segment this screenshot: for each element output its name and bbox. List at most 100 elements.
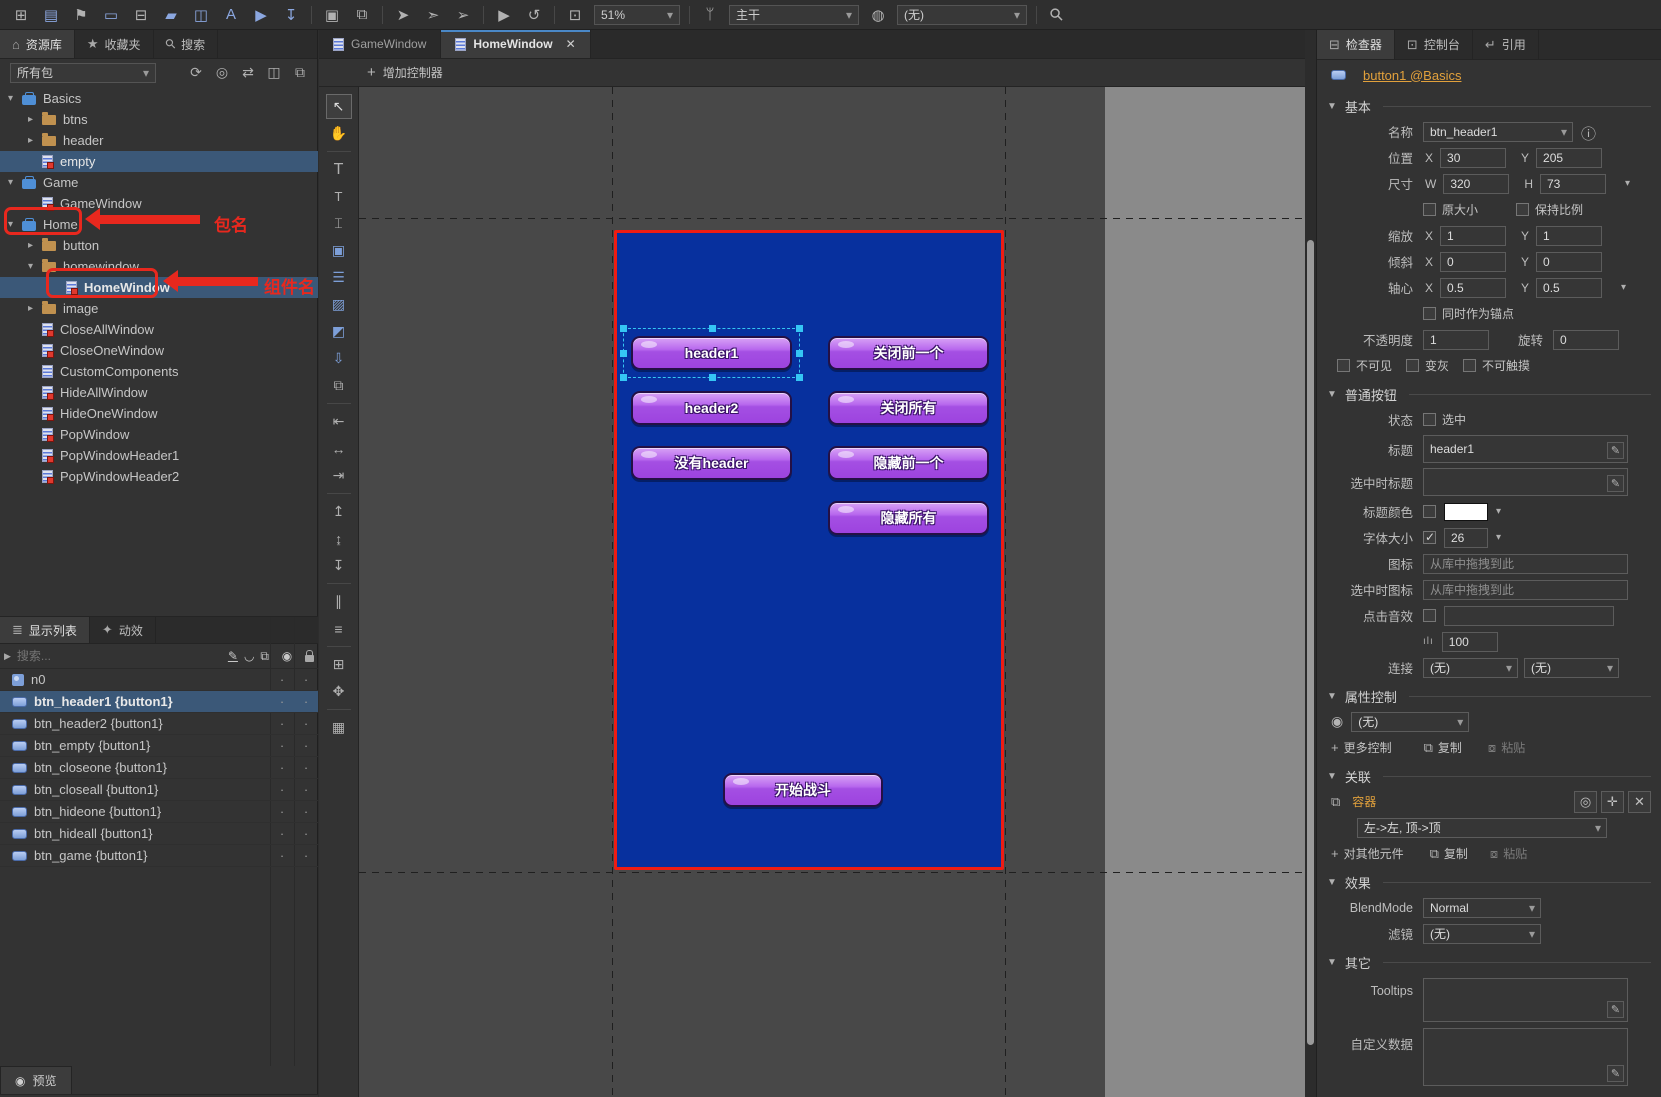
sync-icon[interactable]: ⇄ bbox=[237, 63, 259, 83]
new-window-icon[interactable]: ⊟ bbox=[126, 3, 156, 27]
paste-relations-button[interactable]: ⧇粘贴 bbox=[1490, 845, 1527, 862]
bookmark-icon[interactable]: ⚑ bbox=[66, 3, 96, 27]
edit-popup-icon[interactable]: ✎ bbox=[1607, 475, 1624, 492]
search-icon[interactable]: ⚲ bbox=[1038, 0, 1076, 34]
add-controller-button[interactable]: 增加控制器 bbox=[383, 64, 443, 81]
tree-item-basics[interactable]: ▾Basics bbox=[0, 88, 318, 109]
scale-y-input[interactable]: 1 bbox=[1536, 226, 1602, 246]
font-size-input[interactable]: 26 bbox=[1444, 528, 1488, 548]
select-tool[interactable]: ↖ bbox=[326, 94, 352, 119]
new-package-icon[interactable]: ⊞ bbox=[6, 3, 36, 27]
undo-icon[interactable]: ↺ bbox=[519, 3, 549, 27]
distribute-v-icon[interactable]: ≡ bbox=[326, 616, 352, 641]
invisible-checkbox[interactable]: 不可见 bbox=[1337, 357, 1392, 374]
blendmode-select[interactable]: Normal bbox=[1423, 898, 1541, 918]
stage-button-hideall[interactable]: 隐藏所有 bbox=[828, 501, 989, 535]
grayed-checkbox[interactable]: 变灰 bbox=[1406, 357, 1449, 374]
tree-item-header[interactable]: ▸header bbox=[0, 130, 318, 151]
relation-delete-icon[interactable]: ✕ bbox=[1628, 791, 1651, 813]
grid-icon[interactable]: ▦ bbox=[326, 715, 352, 740]
size-w-input[interactable]: 320 bbox=[1443, 174, 1509, 194]
publish-icon[interactable]: ➤ bbox=[388, 3, 418, 27]
display-list-search-input[interactable] bbox=[17, 649, 222, 663]
group-tool[interactable]: ⧉ bbox=[326, 373, 352, 398]
tab-gamewindow[interactable]: GameWindow bbox=[319, 30, 441, 58]
copy-relations-button[interactable]: ⧉复制 bbox=[1430, 845, 1468, 862]
resize-handle[interactable] bbox=[620, 374, 627, 381]
split-view-icon[interactable]: ◫ bbox=[263, 63, 285, 83]
list-item-n0[interactable]: n0·· bbox=[0, 669, 318, 691]
add-relation-button[interactable]: +对其他元件 bbox=[1331, 845, 1404, 862]
hand-tool[interactable]: ✋ bbox=[326, 121, 352, 146]
selected-icon-drop-field[interactable]: 从库中拖拽到此 bbox=[1423, 580, 1628, 600]
tab-display-list[interactable]: ≣ 显示列表 bbox=[0, 617, 90, 643]
font-size-checkbox[interactable] bbox=[1423, 531, 1436, 544]
copy-controls-button[interactable]: ⧉复制 bbox=[1424, 739, 1462, 756]
section-property-control[interactable]: ▼ 属性控制 bbox=[1317, 684, 1661, 708]
tree-item-game[interactable]: ▾Game bbox=[0, 172, 318, 193]
more-controls-button[interactable]: +更多控制 bbox=[1331, 739, 1392, 756]
tree-item-popwindow[interactable]: PopWindow bbox=[0, 424, 318, 445]
size-h-input[interactable]: 73 bbox=[1540, 174, 1606, 194]
new-progressbar-icon[interactable]: ▰ bbox=[156, 3, 186, 27]
component-tool[interactable]: ▣ bbox=[326, 238, 352, 263]
new-component-icon[interactable]: ▤ bbox=[36, 3, 66, 27]
volume-input[interactable]: 100 bbox=[1442, 632, 1498, 652]
clone-icon[interactable]: ⧉ bbox=[260, 649, 269, 664]
hide-eye-icon[interactable]: ◡ bbox=[244, 649, 254, 663]
test-play-icon[interactable]: ▶ bbox=[489, 3, 519, 27]
tab-console[interactable]: ⊡ 控制台 bbox=[1395, 30, 1473, 59]
list-tool[interactable]: ☰ bbox=[326, 265, 352, 290]
align-middle-icon[interactable]: ↨ bbox=[326, 526, 352, 551]
resize-handle[interactable] bbox=[796, 325, 803, 332]
edit-popup-icon[interactable]: ✎ bbox=[1607, 442, 1624, 459]
component-stage[interactable]: header1 header2 没有header 关闭前一个 关闭所有 隐藏前一… bbox=[614, 230, 1004, 870]
stage-button-noheader[interactable]: 没有header bbox=[631, 446, 792, 480]
new-text-icon[interactable]: A bbox=[216, 3, 246, 27]
stage-button-hideprev[interactable]: 隐藏前一个 bbox=[828, 446, 989, 480]
link-select-1[interactable]: (无) bbox=[1423, 658, 1518, 678]
scrollbar-thumb[interactable] bbox=[1307, 240, 1314, 1045]
scale-x-input[interactable]: 1 bbox=[1440, 226, 1506, 246]
resize-handle[interactable] bbox=[620, 325, 627, 332]
save-icon[interactable]: ▣ bbox=[317, 3, 347, 27]
graph-tool[interactable]: ◩ bbox=[326, 319, 352, 344]
stage-button-header1[interactable]: header1 bbox=[631, 336, 792, 370]
pos-x-input[interactable]: 30 bbox=[1440, 148, 1506, 168]
tree-item-closeonewindow[interactable]: CloseOneWindow bbox=[0, 340, 318, 361]
save-all-icon[interactable]: ⧉ bbox=[347, 3, 377, 27]
extension-link[interactable]: button1 @Basics bbox=[1363, 68, 1461, 83]
resize-handle[interactable] bbox=[709, 374, 716, 381]
tab-favorites[interactable]: ★ 收藏夹 bbox=[75, 30, 154, 58]
skew-y-input[interactable]: 0 bbox=[1536, 252, 1602, 272]
new-button-icon[interactable]: ▭ bbox=[96, 3, 126, 27]
zoom-select[interactable]: 51% bbox=[594, 5, 680, 25]
icon-drop-field[interactable]: 从库中拖拽到此 bbox=[1423, 554, 1628, 574]
list-item-btn-hideone[interactable]: btn_hideone {button1}·· bbox=[0, 801, 318, 823]
keep-ratio-checkbox[interactable]: 保持比例 bbox=[1516, 201, 1583, 218]
tab-library[interactable]: ⌂ 资源库 bbox=[0, 30, 75, 58]
list-item-btn-header2[interactable]: btn_header2 {button1}·· bbox=[0, 713, 318, 735]
relation-target-icon[interactable]: ◎ bbox=[1574, 791, 1597, 813]
resize-handle[interactable] bbox=[796, 350, 803, 357]
tooltips-textarea[interactable]: ✎ bbox=[1423, 978, 1628, 1022]
tree-item-btns[interactable]: ▸btns bbox=[0, 109, 318, 130]
resize-handle[interactable] bbox=[620, 350, 627, 357]
chevron-down-icon[interactable]: ▾ bbox=[1625, 178, 1637, 189]
tree-item-button[interactable]: ▸button bbox=[0, 235, 318, 256]
expander-icon[interactable]: ▶ bbox=[4, 651, 11, 662]
pivot-x-input[interactable]: 0.5 bbox=[1440, 278, 1506, 298]
list-item-btn-closeall[interactable]: btn_closeall {button1}·· bbox=[0, 779, 318, 801]
section-relations[interactable]: ▼ 关联 bbox=[1317, 764, 1661, 788]
import-icon[interactable]: ↧ bbox=[276, 3, 306, 27]
tree-item-image[interactable]: ▸image bbox=[0, 298, 318, 319]
click-sound-checkbox[interactable] bbox=[1423, 609, 1436, 622]
tab-search[interactable]: ⚲ 搜索 bbox=[154, 30, 219, 58]
info-icon[interactable]: ⓘ bbox=[1581, 123, 1598, 140]
selected-state-checkbox[interactable]: 选中 bbox=[1423, 411, 1466, 428]
custom-data-textarea[interactable]: ✎ bbox=[1423, 1028, 1628, 1086]
stage-workspace[interactable]: header1 header2 没有header 关闭前一个 关闭所有 隐藏前一… bbox=[359, 87, 1305, 1097]
section-effect[interactable]: ▼ 效果 bbox=[1317, 870, 1661, 894]
close-tab-icon[interactable]: ✕ bbox=[566, 37, 576, 51]
title-input[interactable]: header1 ✎ bbox=[1423, 435, 1628, 463]
